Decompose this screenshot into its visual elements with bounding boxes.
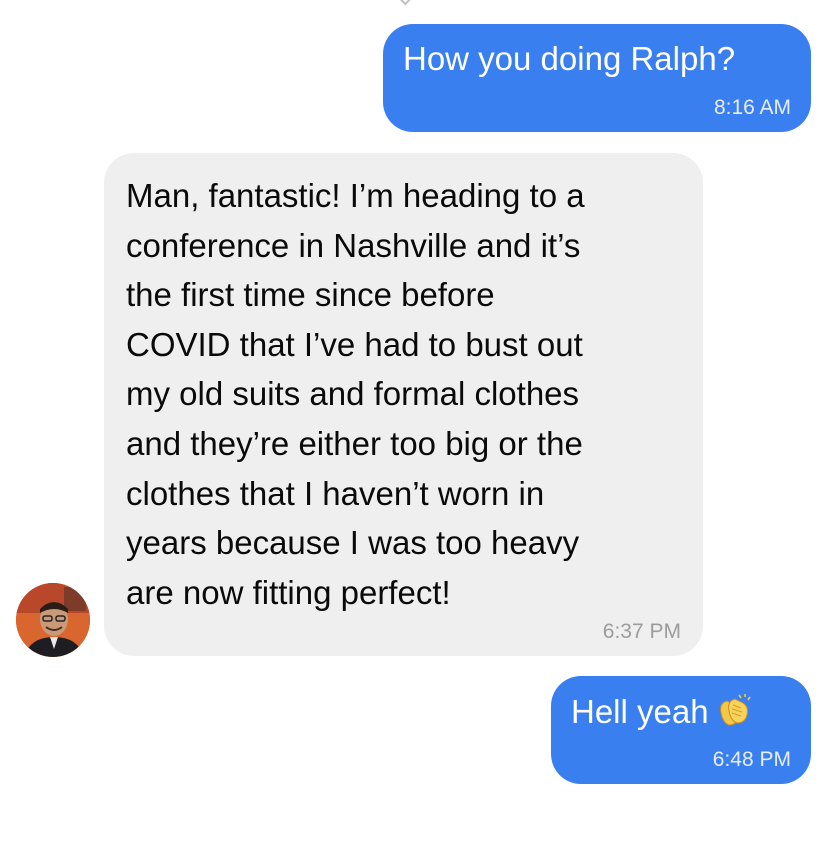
avatar-photo <box>16 583 90 657</box>
clapping-hands-icon <box>715 693 755 735</box>
message-line: clothes that I haven’t worn in <box>126 474 545 512</box>
message-text-wrap: Hell yeah <box>571 693 755 735</box>
message-line: years because I was too heavy <box>126 524 580 562</box>
message-text: Man, fantastic! I’m heading to a confere… <box>126 171 585 617</box>
message-line: my old suits and formal clothes <box>126 375 580 413</box>
message-timestamp: 6:48 PM <box>712 748 791 771</box>
message-bubble-outgoing[interactable]: Hell yeah 6:48 PM <box>551 676 811 784</box>
message-line: COVID that I’ve had to bust out <box>126 325 583 363</box>
message-timestamp: 8:16 AM <box>713 96 791 119</box>
message-line: are now fitting perfect! <box>126 573 451 611</box>
message-line: Man, fantastic! I’m heading to a <box>126 177 585 214</box>
scroll-cutoff-mark <box>399 0 413 6</box>
contact-avatar[interactable] <box>16 583 90 657</box>
message-bubble-outgoing[interactable]: How you doing Ralph? 8:16 AM <box>383 24 811 132</box>
message-text: Hell yeah <box>571 693 709 730</box>
message-bubble-incoming[interactable]: Man, fantastic! I’m heading to a confere… <box>104 153 703 656</box>
message-timestamp: 6:37 PM <box>602 620 681 643</box>
message-line: conference in Nashville and it’s <box>126 226 581 264</box>
message-text: How you doing Ralph? <box>403 40 736 77</box>
message-line: the first time since before <box>126 276 495 314</box>
message-line: and they’re either too big or the <box>126 424 583 462</box>
